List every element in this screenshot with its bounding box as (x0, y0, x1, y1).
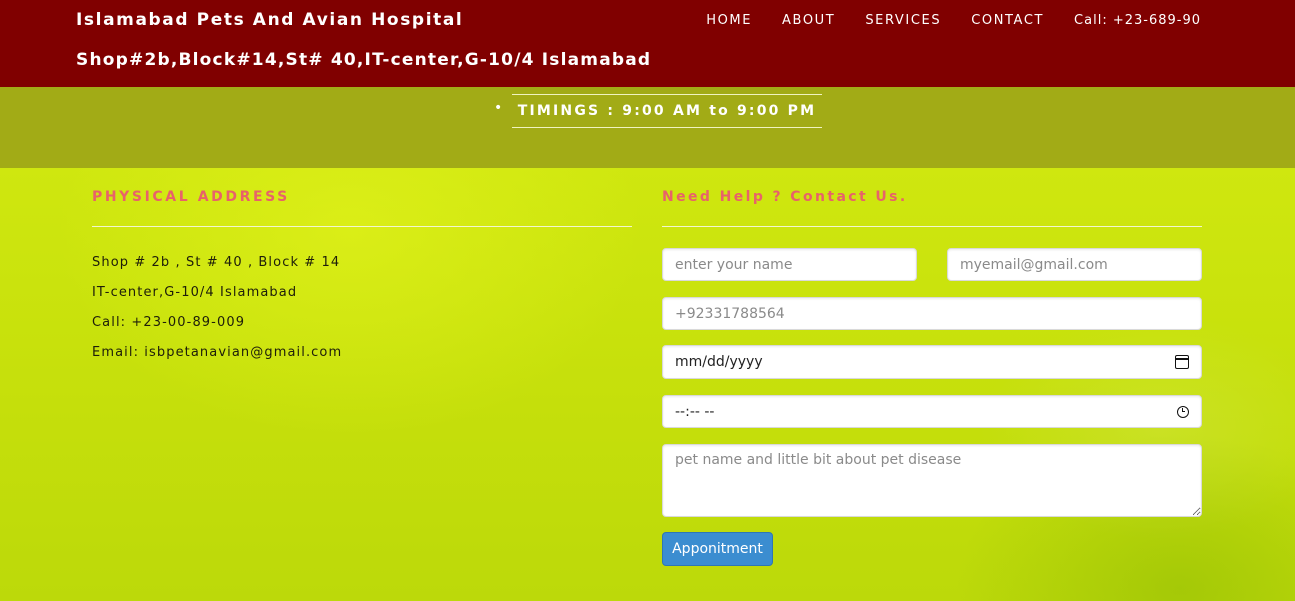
site-address: Shop#2b,Block#14,St# 40,IT-center,G-10/4… (76, 50, 652, 70)
date-input[interactable]: mm/dd/yyyy (662, 345, 1202, 379)
time-input-value: --:-- -- (675, 403, 715, 420)
nav-contact-link[interactable]: CONTACT (971, 13, 1044, 28)
appointment-button[interactable]: Apponitment (662, 532, 773, 566)
phone-input[interactable] (662, 297, 1202, 330)
nav-call-link[interactable]: Call: +23-689-90 (1074, 13, 1201, 28)
address-phone: Call: +23-00-89-009 (92, 315, 246, 330)
nav-home-link[interactable]: HOME (706, 13, 752, 28)
date-input-value: mm/dd/yyyy (675, 354, 763, 370)
physical-address-title: PHYSICAL ADDRESS (92, 189, 290, 205)
clock-icon[interactable] (1177, 405, 1189, 418)
time-input[interactable]: --:-- -- (662, 395, 1202, 428)
contact-form-title: Need Help ? Contact Us. (662, 189, 908, 205)
nav-about-link[interactable]: ABOUT (782, 13, 835, 28)
nav-services-link[interactable]: SERVICES (865, 13, 941, 28)
contact-form-divider (662, 226, 1202, 227)
address-line-1: Shop # 2b , St # 40 , Block # 14 (92, 255, 341, 270)
timings-text: TIMINGS : 9:00 AM to 9:00 PM (517, 103, 817, 119)
timings-box: TIMINGS : 9:00 AM to 9:00 PM (512, 94, 822, 128)
email-input[interactable] (947, 248, 1202, 281)
physical-address-divider (92, 226, 632, 227)
message-textarea[interactable] (662, 444, 1202, 517)
address-line-2: IT-center,G-10/4 Islamabad (92, 285, 298, 300)
site-title: Islamabad Pets And Avian Hospital (76, 10, 464, 30)
main-nav: HOME ABOUT SERVICES CONTACT Call: +23-68… (676, 13, 1201, 28)
site-header: Islamabad Pets And Avian Hospital Shop#2… (0, 0, 1295, 87)
contact-section (0, 168, 1295, 601)
calendar-icon[interactable] (1175, 355, 1189, 369)
name-input[interactable] (662, 248, 917, 281)
timings-bullet: • (494, 100, 503, 116)
address-email: Email: isbpetanavian@gmail.com (92, 345, 343, 360)
